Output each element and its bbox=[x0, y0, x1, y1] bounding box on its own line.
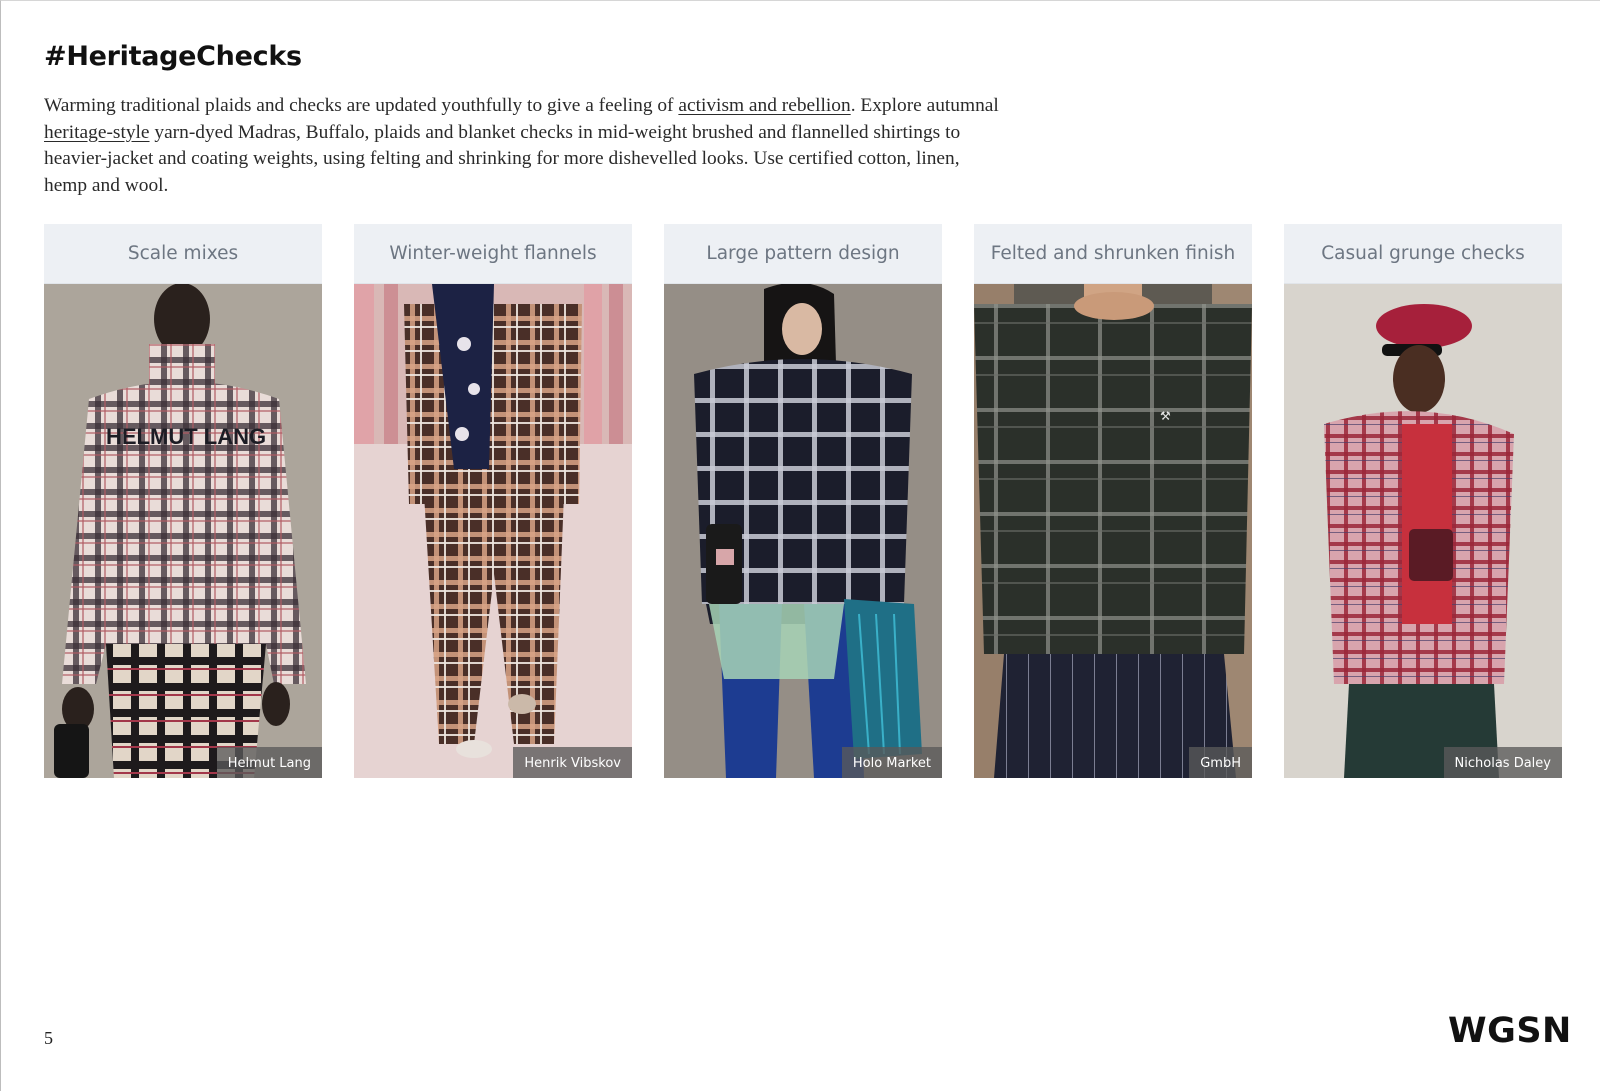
intro-paragraph: Warming traditional plaids and checks ar… bbox=[44, 93, 1004, 199]
card-label: Winter-weight flannels bbox=[354, 224, 632, 284]
photo-plaid-sweater-image: HELMUT LANG bbox=[44, 284, 322, 778]
photo-check-jacket-image bbox=[664, 284, 942, 778]
card-scale-mixes[interactable]: Scale mixes HELMUT LANG Helmut Lang bbox=[44, 224, 322, 778]
photo-credit: GmbH bbox=[1189, 747, 1252, 778]
photo-credit: Holo Market bbox=[841, 747, 942, 778]
card-label: Casual grunge checks bbox=[1284, 224, 1562, 284]
card-large-pattern-design[interactable]: Large pattern design Holo Market bbox=[664, 224, 942, 778]
intro-text-3: yarn-dyed Madras, Buffalo, plaids and bl… bbox=[44, 121, 961, 196]
photo-credit: Nicholas Daley bbox=[1443, 747, 1562, 778]
page: #HeritageChecks Warming traditional plai… bbox=[0, 0, 1600, 1091]
intro-text-1: Warming traditional plaids and checks ar… bbox=[44, 95, 679, 116]
svg-text:⚒: ⚒ bbox=[1160, 409, 1171, 423]
studio-photo-red-check-shirt: Nicholas Daley bbox=[1284, 284, 1562, 778]
card-label: Large pattern design bbox=[664, 224, 942, 284]
card-casual-grunge-checks[interactable]: Casual grunge checks Nicholas Daley bbox=[1284, 224, 1562, 778]
wgsn-logo: WGSN bbox=[1448, 1011, 1572, 1051]
page-title: #HeritageChecks bbox=[44, 41, 302, 72]
svg-text:HELMUT LANG: HELMUT LANG bbox=[106, 424, 266, 449]
card-label: Scale mixes bbox=[44, 224, 322, 284]
heritage-style-link[interactable]: heritage-style bbox=[44, 122, 150, 143]
photo-felted-vest-image: ⚒ bbox=[974, 284, 1252, 778]
trend-cards: Scale mixes HELMUT LANG Helmut Lang Wint… bbox=[44, 224, 1562, 778]
runway-photo-plaid-sweater: HELMUT LANG Helmut Lang bbox=[44, 284, 322, 778]
photo-credit: Henrik Vibskov bbox=[513, 747, 632, 778]
page-number: 5 bbox=[44, 1028, 53, 1048]
photo-credit: Helmut Lang bbox=[216, 747, 322, 778]
photo-flannel-suit-image bbox=[354, 284, 632, 778]
intro-text-2: . Explore autumnal bbox=[850, 95, 999, 116]
card-winter-weight-flannels[interactable]: Winter-weight flannels Henrik Vibskov bbox=[354, 224, 632, 778]
activism-link[interactable]: activism and rebellion bbox=[678, 95, 850, 116]
runway-photo-flannel-suit: Henrik Vibskov bbox=[354, 284, 632, 778]
card-felted-and-shrunken-finish[interactable]: Felted and shrunken finish ⚒ GmbH bbox=[974, 224, 1252, 778]
photo-red-check-shirt-image bbox=[1284, 284, 1562, 778]
street-photo-check-jacket: Holo Market bbox=[664, 284, 942, 778]
runway-photo-felted-vest: ⚒ GmbH bbox=[974, 284, 1252, 778]
card-label: Felted and shrunken finish bbox=[974, 224, 1252, 284]
